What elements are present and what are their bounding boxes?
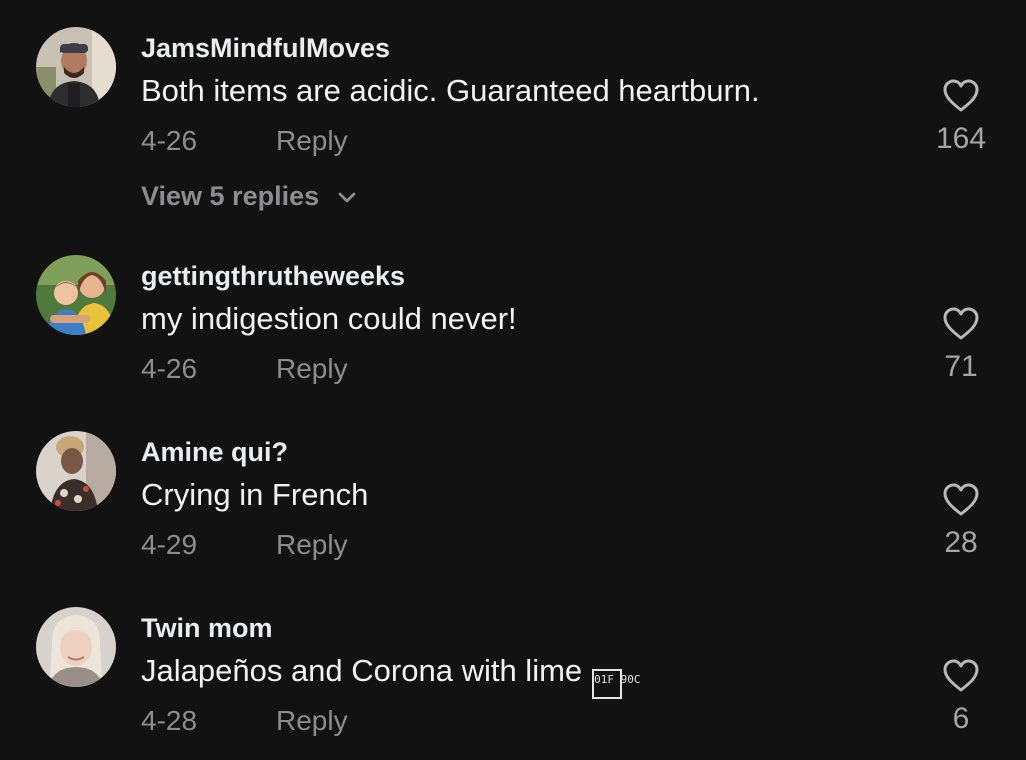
like-count: 28 bbox=[944, 526, 978, 559]
reply-button[interactable]: Reply bbox=[276, 353, 348, 385]
avatar-photo-icon bbox=[36, 255, 116, 335]
avatar-photo-icon bbox=[36, 27, 116, 107]
like-count: 164 bbox=[935, 122, 987, 155]
comment-text: Crying in French bbox=[141, 477, 369, 512]
avatar[interactable] bbox=[36, 27, 116, 107]
like-control: 6 bbox=[926, 658, 996, 736]
like-control: 164 bbox=[926, 78, 996, 156]
reply-button[interactable]: Reply bbox=[276, 125, 348, 157]
comment-item: Amine qui? Crying in French 4-29 Reply 28 bbox=[0, 410, 1026, 586]
comment-meta: 4-26 Reply bbox=[141, 353, 348, 385]
comment-text: Jalapeños and Corona with lime 01F 90C bbox=[141, 653, 641, 699]
comment-item: gettingthrutheweeks my indigestion could… bbox=[0, 230, 1026, 410]
comment-item: Twin mom Jalapeños and Corona with lime 0… bbox=[0, 586, 1026, 760]
comment-meta: 4-26 Reply bbox=[141, 125, 348, 157]
emoji-codepoint: 01F 90C bbox=[594, 673, 641, 686]
comment-meta: 4-29 Reply bbox=[141, 529, 348, 561]
comment-text: Both items are acidic. Guaranteed heartb… bbox=[141, 73, 760, 108]
heart-icon[interactable] bbox=[942, 658, 980, 694]
avatar-photo-icon bbox=[36, 607, 116, 687]
reply-button[interactable]: Reply bbox=[276, 529, 348, 561]
view-replies-label: View 5 replies bbox=[141, 181, 320, 211]
heart-icon[interactable] bbox=[942, 78, 980, 114]
comment-item: JamsMindfulMoves Both items are acidic. … bbox=[0, 0, 1026, 230]
like-control: 71 bbox=[926, 306, 996, 384]
view-replies-button[interactable]: View 5 replies bbox=[141, 181, 357, 212]
like-count: 71 bbox=[944, 350, 978, 383]
comment-username[interactable]: Twin mom bbox=[141, 613, 273, 644]
comment-date: 4-26 bbox=[141, 353, 198, 384]
comment-username[interactable]: gettingthrutheweeks bbox=[141, 261, 405, 292]
avatar[interactable] bbox=[36, 607, 116, 687]
like-count: 6 bbox=[952, 702, 970, 735]
comment-date: 4-28 bbox=[141, 705, 198, 736]
comment-date: 4-26 bbox=[141, 125, 198, 156]
heart-icon[interactable] bbox=[942, 306, 980, 342]
comment-text: my indigestion could never! bbox=[141, 301, 517, 336]
comment-date: 4-29 bbox=[141, 529, 198, 560]
heart-icon[interactable] bbox=[942, 482, 980, 518]
chevron-down-icon bbox=[338, 192, 356, 203]
comment-username[interactable]: Amine qui? bbox=[141, 437, 288, 468]
comment-username[interactable]: JamsMindfulMoves bbox=[141, 33, 390, 64]
comment-meta: 4-28 Reply bbox=[141, 705, 348, 737]
unsupported-emoji-icon: 01F 90C bbox=[592, 669, 641, 699]
reply-button[interactable]: Reply bbox=[276, 705, 348, 737]
avatar[interactable] bbox=[36, 431, 116, 511]
avatar[interactable] bbox=[36, 255, 116, 335]
comment-list: JamsMindfulMoves Both items are acidic. … bbox=[0, 0, 1026, 760]
like-control: 28 bbox=[926, 482, 996, 560]
avatar-photo-icon bbox=[36, 431, 116, 511]
comment-text-body: Jalapeños and Corona with lime bbox=[141, 653, 583, 688]
